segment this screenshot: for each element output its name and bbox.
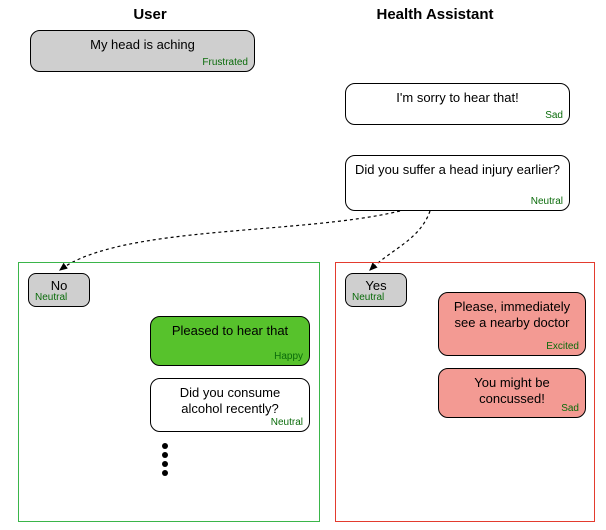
diagram-stage: User Health Assistant My head is aching … [0,0,606,530]
bubble-no-reply2: Did you consume alcohol recently? Neutra… [150,378,310,432]
bubble-answer-yes: Yes Neutral [345,273,407,307]
emotion-label: Sad [545,110,563,122]
bubble-no-reply1: Pleased to hear that Happy [150,316,310,366]
emotion-label: Neutral [531,196,563,208]
bubble-text: Did you suffer a head injury earlier? [354,162,561,178]
bubble-text: Pleased to hear that [159,323,301,339]
emotion-label: Neutral [352,292,384,304]
bubble-text: Please, immediately see a nearby doctor [447,299,577,330]
bubble-yes-reply1: Please, immediately see a nearby doctor … [438,292,586,356]
column-header-user: User [120,6,180,23]
bubble-text: Did you consume alcohol recently? [159,385,301,416]
bubble-answer-no: No Neutral [28,273,90,307]
bubble-text: My head is aching [39,37,246,53]
bubble-text: You might be concussed! [447,375,577,406]
emotion-label: Neutral [35,292,67,304]
emotion-label: Sad [561,403,579,415]
bubble-assistant-question: Did you suffer a head injury earlier? Ne… [345,155,570,211]
bubble-yes-reply2: You might be concussed! Sad [438,368,586,418]
bubble-assistant-sorry: I'm sorry to hear that! Sad [345,83,570,125]
emotion-label: Frustrated [202,57,248,69]
ellipsis-dots-no [158,440,172,479]
bubble-text: I'm sorry to hear that! [354,90,561,106]
column-header-assistant: Health Assistant [355,6,515,23]
emotion-label: Neutral [271,417,303,429]
emotion-label: Excited [546,341,579,353]
bubble-user-headache: My head is aching Frustrated [30,30,255,72]
emotion-label: Happy [274,351,303,363]
